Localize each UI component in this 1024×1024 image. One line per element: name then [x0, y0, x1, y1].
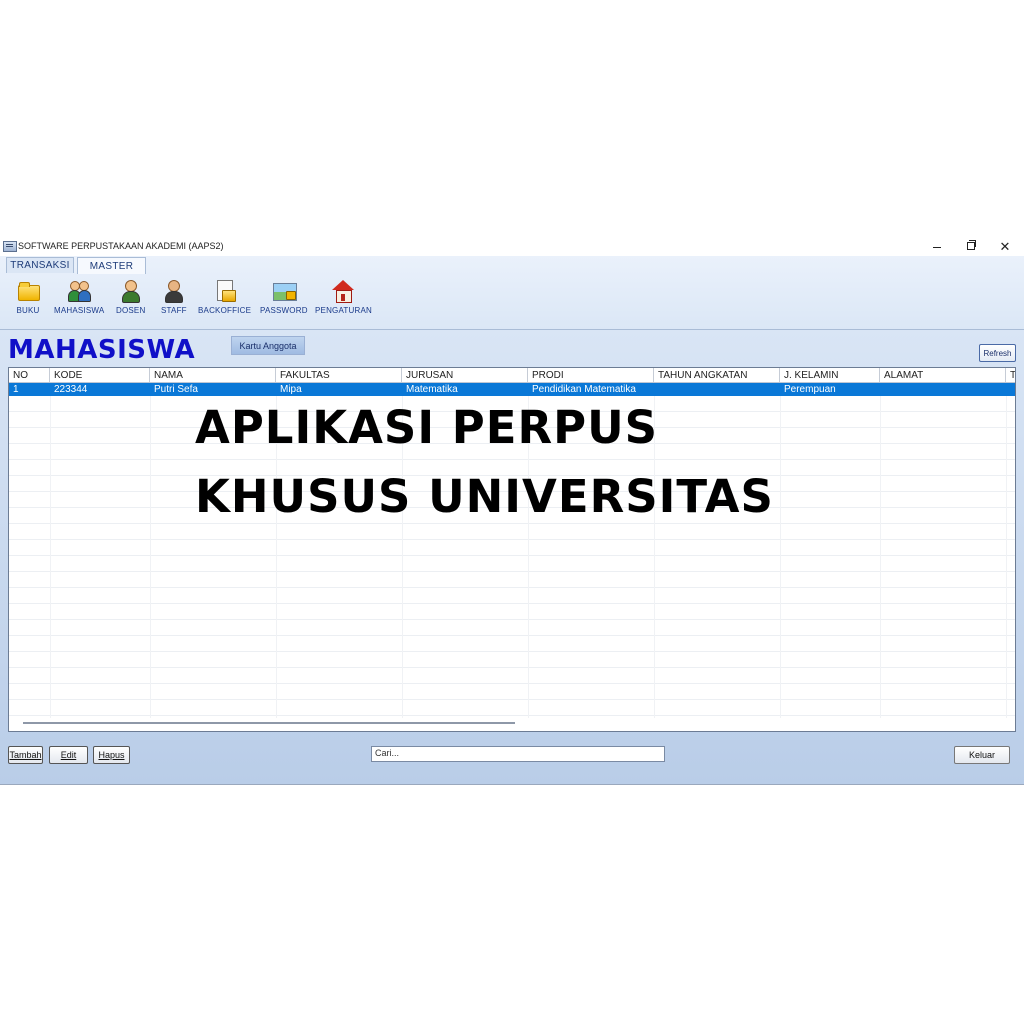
keluar-button[interactable]: Keluar	[954, 746, 1010, 764]
table-row[interactable]: 1 223344 Putri Sefa Mipa Matematika Pend…	[9, 383, 1015, 396]
cell-kode: 223344	[54, 384, 88, 395]
column-header-no[interactable]: NO	[9, 368, 50, 382]
tool-password[interactable]: PASSWORD	[260, 279, 308, 319]
tool-mahasiswa-label: MAHASISWA	[54, 306, 105, 315]
tool-dosen[interactable]: DOSEN	[116, 279, 145, 319]
column-header-tahun-angkatan[interactable]: TAHUN ANGKATAN	[654, 368, 780, 382]
close-icon: ✕	[999, 238, 1011, 254]
tool-staff-label: STAFF	[161, 306, 187, 315]
students-icon	[67, 279, 92, 303]
tool-staff[interactable]: STAFF	[161, 279, 187, 319]
backoffice-icon	[213, 279, 237, 303]
tool-mahasiswa[interactable]: MAHASISWA	[54, 279, 104, 319]
cell-fakultas: Mipa	[280, 384, 302, 395]
minimize-button[interactable]	[920, 236, 954, 256]
ribbon: TRANSAKSI MASTER BUKU MAHASISWA DOSEN ST…	[0, 256, 1024, 330]
search-input[interactable]: Cari...	[371, 746, 665, 762]
title-bar: SOFTWARE PERPUSTAKAAN AKADEMI (AAPS2) ✕	[0, 236, 1024, 256]
tool-dosen-label: DOSEN	[116, 306, 146, 315]
column-header-t[interactable]: T	[1006, 368, 1015, 382]
page-title: MAHASISWA	[8, 335, 196, 365]
hapus-button[interactable]: Hapus	[93, 746, 130, 764]
tab-master[interactable]: MASTER	[77, 257, 146, 274]
house-icon	[331, 279, 355, 303]
column-header-kode[interactable]: KODE	[50, 368, 150, 382]
overlay-caption-line2: KHUSUS UNIVERSITAS	[195, 470, 774, 523]
column-header-jurusan[interactable]: JURUSAN	[402, 368, 528, 382]
cell-j-kelamin: Perempuan	[784, 384, 836, 395]
column-header-alamat[interactable]: ALAMAT	[880, 368, 1006, 382]
tambah-button[interactable]: Tambah	[8, 746, 43, 764]
tool-buku-label: BUKU	[16, 306, 40, 315]
overlay-caption-line1: APLIKASI PERPUS	[195, 401, 659, 454]
minimize-icon	[933, 246, 941, 248]
tool-pengaturan[interactable]: PENGATURAN	[315, 279, 372, 319]
kartu-anggota-button[interactable]: Kartu Anggota	[231, 336, 305, 355]
restore-icon	[967, 240, 976, 250]
cell-prodi: Pendidikan Matematika	[532, 384, 636, 395]
column-header-j-kelamin[interactable]: J. KELAMIN	[780, 368, 880, 382]
tool-buku[interactable]: BUKU	[16, 279, 40, 319]
password-icon	[272, 279, 297, 303]
column-header-fakultas[interactable]: FAKULTAS	[276, 368, 402, 382]
tab-transaksi[interactable]: TRANSAKSI	[6, 257, 74, 273]
tool-backoffice-label: BACKOFFICE	[198, 306, 252, 315]
cell-alamat	[880, 383, 1006, 396]
window-title: SOFTWARE PERPUSTAKAAN AKADEMI (AAPS2)	[18, 241, 224, 251]
refresh-button[interactable]: Refresh	[979, 344, 1016, 362]
cell-nama: Putri Sefa	[154, 384, 198, 395]
edit-button[interactable]: Edit	[49, 746, 88, 764]
cell-tahun-angkatan	[654, 383, 780, 396]
grid-header: NO KODE NAMA FAKULTAS JURUSAN PRODI TAHU…	[9, 368, 1015, 383]
horizontal-scrollbar[interactable]	[23, 722, 515, 724]
lecturer-icon	[119, 279, 143, 303]
tool-backoffice[interactable]: BACKOFFICE	[198, 279, 251, 319]
tool-password-label: PASSWORD	[260, 306, 308, 315]
cell-no: 1	[13, 384, 19, 395]
app-icon	[3, 241, 17, 252]
column-header-prodi[interactable]: PRODI	[528, 368, 654, 382]
mahasiswa-form: MAHASISWA Kartu Anggota Refresh NO KODE …	[0, 330, 1024, 784]
column-header-nama[interactable]: NAMA	[150, 368, 276, 382]
folder-icon	[16, 279, 40, 303]
restore-button[interactable]	[954, 236, 988, 256]
cell-jurusan: Matematika	[406, 384, 458, 395]
staff-icon	[162, 279, 186, 303]
close-button[interactable]: ✕	[988, 236, 1022, 256]
tool-pengaturan-label: PENGATURAN	[315, 306, 372, 315]
